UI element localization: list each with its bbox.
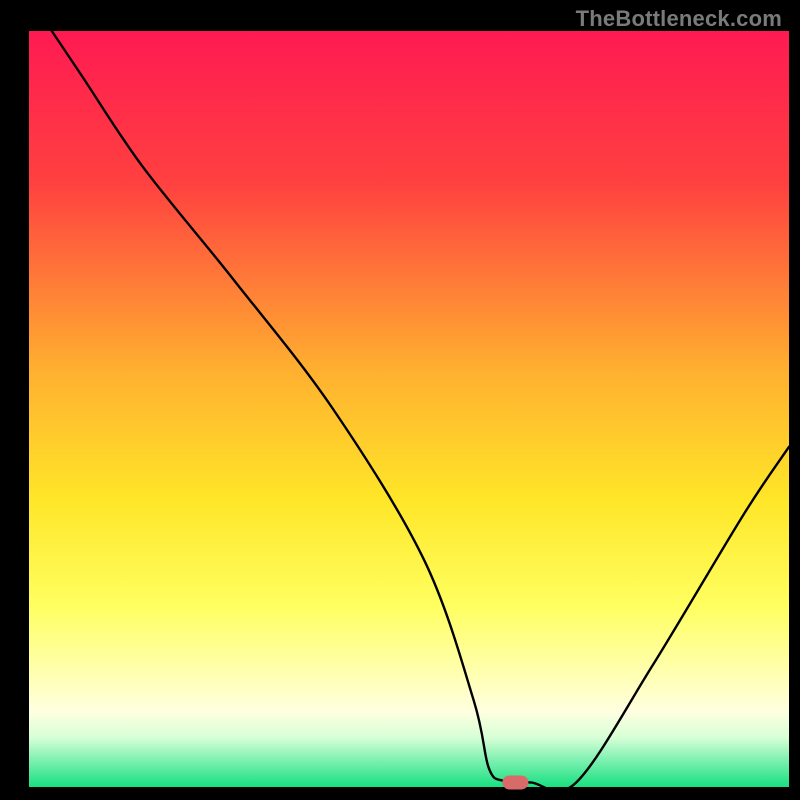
optimal-marker	[502, 775, 528, 789]
bottleneck-chart	[0, 0, 800, 800]
watermark-text: TheBottleneck.com	[576, 6, 782, 32]
chart-container: TheBottleneck.com	[0, 0, 800, 800]
chart-background	[29, 31, 789, 787]
